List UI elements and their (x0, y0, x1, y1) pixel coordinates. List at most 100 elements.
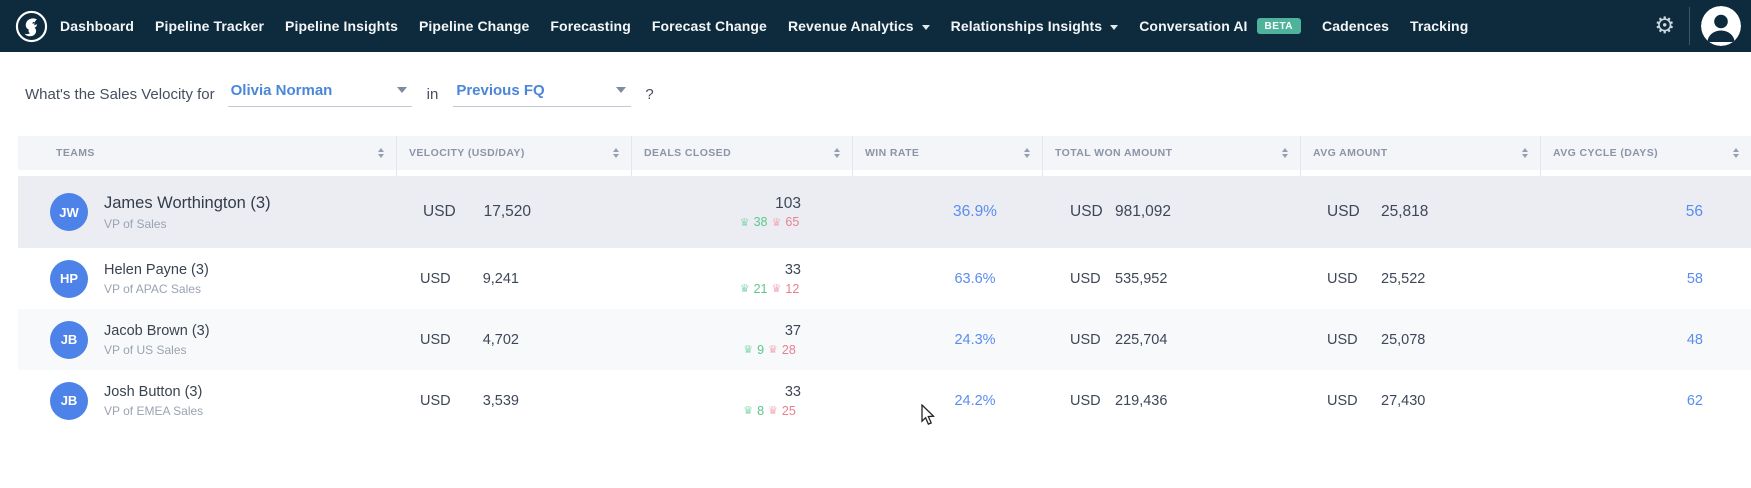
avg-cycle-link[interactable]: 56 (1686, 203, 1703, 221)
total-won-value: 219,436 (1115, 392, 1168, 409)
nav-label: Cadences (1322, 18, 1389, 34)
column-label: TEAMS (56, 147, 95, 159)
total-won-value: 225,704 (1115, 331, 1168, 348)
query-bar: What's the Sales Velocity for Olivia Nor… (0, 52, 1751, 136)
teams-cell: JW James Worthington (3) VP of Sales (18, 176, 396, 248)
avatar-initials: JW (59, 204, 79, 220)
sort-icon (378, 148, 384, 158)
velocity-cell: USD 17,520 (396, 176, 631, 248)
person-dropdown[interactable]: Olivia Norman (227, 82, 412, 107)
app-page: Dashboard Pipeline Tracker Pipeline Insi… (0, 0, 1751, 488)
period-dropdown-value: Previous FQ (456, 81, 545, 99)
nav-label: Tracking (1409, 18, 1469, 34)
chevron-down-icon (921, 24, 930, 30)
column-header-deals-closed[interactable]: DEALS CLOSED (631, 136, 852, 176)
column-header-total-won[interactable]: TOTAL WON AMOUNT (1042, 136, 1300, 176)
deals-lost-count: 28 (781, 342, 796, 357)
avg-amount-value: 25,522 (1381, 270, 1426, 287)
nav-item-forecast-change[interactable]: Forecast Change (652, 18, 767, 34)
caret-down-icon (616, 86, 627, 93)
avatar: JB (50, 381, 88, 420)
won-crown-icon: ♛ (743, 404, 754, 417)
avg-cycle-link[interactable]: 58 (1687, 271, 1703, 287)
avg-cycle-link[interactable]: 48 (1687, 332, 1703, 348)
lost-crown-icon: ♛ (768, 404, 778, 417)
column-header-teams[interactable]: TEAMS (18, 136, 396, 176)
nav-label: Forecast Change (651, 18, 767, 34)
top-nav: Dashboard Pipeline Tracker Pipeline Insi… (0, 0, 1751, 52)
win-rate-link[interactable]: 36.9% (953, 203, 997, 221)
avatar-initials: HP (59, 271, 79, 286)
total-won-cell: USD 981,092 (1042, 176, 1300, 248)
nav-item-relationships-insights[interactable]: Relationships Insights (951, 18, 1119, 34)
avatar: HP (50, 259, 88, 298)
nav-item-dashboard[interactable]: Dashboard (60, 18, 134, 34)
query-prefix: What's the Sales Velocity for (25, 85, 215, 103)
nav-item-pipeline-tracker[interactable]: Pipeline Tracker (155, 18, 264, 34)
nav-item-pipeline-change[interactable]: Pipeline Change (419, 18, 529, 34)
avg-cycle-cell: 56 (1540, 176, 1751, 248)
total-won-cell: USD 535,952 (1042, 248, 1300, 309)
lost-crown-icon: ♛ (768, 343, 778, 356)
period-dropdown[interactable]: Previous FQ (453, 81, 632, 107)
avg-amount-value: 25,818 (1381, 203, 1429, 220)
table-row-helen-payne[interactable]: HP Helen Payne (3) VP of APAC Sales USD 9… (18, 248, 1751, 309)
currency-label: USD (1070, 203, 1103, 220)
table-row-james-worthington[interactable]: JW James Worthington (3) VP of Sales USD… (18, 176, 1751, 248)
deals-won-count: 21 (753, 281, 768, 296)
column-header-avg-amount[interactable]: AVG AMOUNT (1300, 136, 1540, 176)
column-header-avg-cycle[interactable]: AVG CYCLE (DAYS) (1540, 136, 1751, 176)
table-header: TEAMS VELOCITY (USD/DAY) DEALS CLOSED WI… (18, 136, 1751, 176)
won-crown-icon: ♛ (739, 282, 750, 295)
teams-cell: HP Helen Payne (3) VP of APAC Sales (18, 248, 396, 309)
sort-icon (834, 148, 840, 158)
avatar: JW (50, 193, 88, 231)
column-label: AVG AMOUNT (1313, 147, 1388, 159)
deals-closed-cell: 37 ♛ 9 ♛ 28 (631, 309, 852, 370)
column-label: WIN RATE (865, 147, 920, 159)
avg-cycle-link[interactable]: 62 (1687, 393, 1703, 409)
win-rate-link[interactable]: 63.6% (954, 271, 995, 287)
avg-cycle-cell: 48 (1540, 309, 1751, 370)
nav-item-tracking[interactable]: Tracking (1410, 18, 1468, 34)
avg-amount-value: 27,430 (1381, 392, 1426, 409)
win-rate-link[interactable]: 24.3% (954, 332, 995, 348)
won-crown-icon: ♛ (743, 343, 754, 356)
caret-down-icon (396, 86, 407, 93)
velocity-value: 4,702 (482, 331, 519, 348)
sort-icon (1024, 148, 1030, 158)
total-won-value: 535,952 (1115, 270, 1168, 287)
team-member-role: VP of EMEA Sales (104, 403, 204, 418)
table-row-jacob-brown[interactable]: JB Jacob Brown (3) VP of US Sales USD 4,7… (18, 309, 1751, 370)
avg-amount-cell: USD 25,078 (1300, 309, 1540, 370)
lost-crown-icon: ♛ (771, 215, 782, 229)
nav-label: Pipeline Insights (285, 18, 398, 34)
nav-item-revenue-analytics[interactable]: Revenue Analytics (788, 18, 930, 34)
nav-item-conversation-ai[interactable]: Conversation AI BETA (1139, 18, 1302, 34)
nav-label: Revenue Analytics (787, 18, 914, 34)
win-rate-cell: 36.9% (852, 176, 1042, 248)
column-header-win-rate[interactable]: WIN RATE (852, 136, 1042, 176)
settings-gear-icon[interactable]: ⚙ (1654, 14, 1675, 38)
nav-item-pipeline-insights[interactable]: Pipeline Insights (285, 18, 398, 34)
avatar-initials: JB (60, 332, 78, 347)
total-won-cell: USD 219,436 (1042, 370, 1300, 431)
deals-lost-count: 25 (781, 403, 796, 418)
app-logo-bird-icon[interactable] (15, 10, 48, 43)
velocity-cell: USD 4,702 (396, 309, 631, 370)
won-crown-icon: ♛ (739, 215, 750, 229)
deals-closed-value: 33 (784, 383, 801, 400)
team-member-name: Josh Button (3) (104, 383, 203, 400)
deals-closed-value: 103 (775, 195, 801, 212)
teams-cell: JB Josh Button (3) VP of EMEA Sales (18, 370, 396, 431)
nav-item-cadences[interactable]: Cadences (1322, 18, 1389, 34)
nav-item-forecasting[interactable]: Forecasting (550, 18, 630, 34)
win-rate-link[interactable]: 24.2% (954, 393, 995, 409)
avatar-initials: JB (60, 393, 78, 408)
column-label: VELOCITY (USD/DAY) (409, 147, 525, 159)
total-won-cell: USD 225,704 (1042, 309, 1300, 370)
nav-label: Dashboard (60, 18, 135, 34)
user-avatar-icon[interactable] (1701, 6, 1741, 46)
column-header-velocity[interactable]: VELOCITY (USD/DAY) (396, 136, 631, 176)
table-row-josh-button[interactable]: JB Josh Button (3) VP of EMEA Sales USD 3… (18, 370, 1751, 431)
